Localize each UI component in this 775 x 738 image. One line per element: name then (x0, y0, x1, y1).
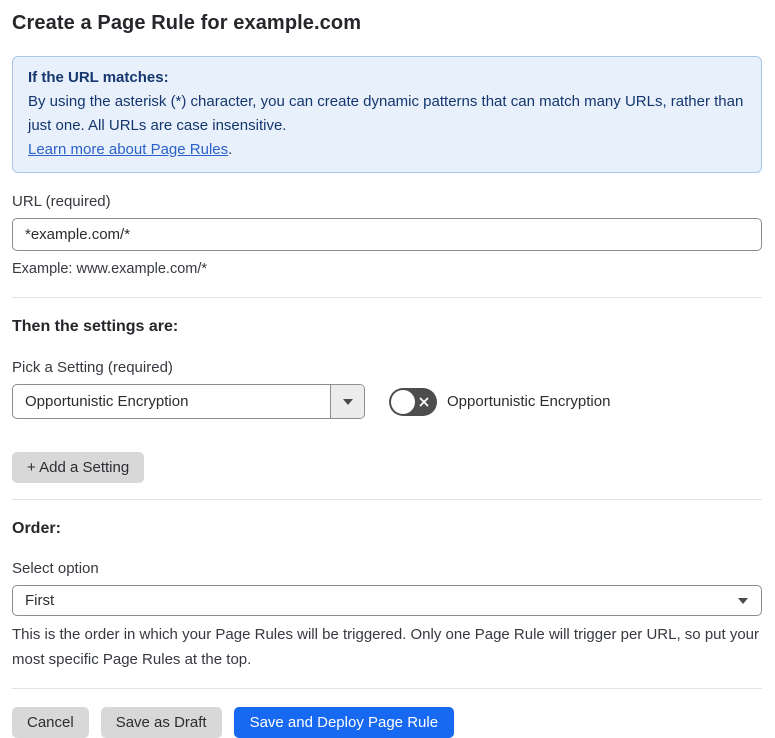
select-chevron-icon (738, 597, 748, 604)
url-field-label: URL (required) (12, 193, 111, 210)
url-matches-info-box: If the URL matches: By using the asteris… (12, 56, 762, 173)
toggle-knob (391, 389, 415, 414)
add-setting-button[interactable]: + Add a Setting (12, 452, 145, 483)
learn-more-link[interactable]: Learn more about Page Rules (28, 141, 228, 158)
info-box-body: By using the asterisk (*) character, you… (28, 93, 744, 134)
order-section-heading: Order: (12, 520, 61, 537)
link-suffix: . (228, 141, 233, 158)
order-select-value: First (25, 592, 55, 609)
info-box-heading: If the URL matches: (28, 69, 169, 86)
footer-actions: Cancel Save as Draft Save and Deploy Pag… (12, 707, 762, 738)
divider (12, 297, 762, 298)
order-select-label: Select option (12, 560, 99, 577)
save-draft-button[interactable]: Save as Draft (100, 707, 222, 738)
order-help-text: This is the order in which your Page Rul… (12, 626, 760, 668)
dropdown-arrow-icon (342, 398, 353, 405)
save-deploy-button[interactable]: Save and Deploy Page Rule (233, 707, 455, 738)
url-example-hint: Example: www.example.com/* (12, 261, 208, 277)
toggle-off-x-icon (417, 395, 431, 409)
opportunistic-encryption-toggle[interactable] (389, 387, 437, 416)
cancel-button[interactable]: Cancel (12, 707, 89, 738)
order-select[interactable]: First (12, 585, 762, 616)
divider (12, 688, 762, 689)
settings-section-heading: Then the settings are: (12, 318, 179, 335)
page-rule-form: Create a Page Rule for example.com If th… (0, 0, 775, 738)
page-title: Create a Page Rule for example.com (12, 12, 362, 34)
info-box-link-line: Learn more about Page Rules. (28, 138, 746, 162)
setting-row: Opportunistic Encryption Opportunistic E… (12, 384, 762, 419)
setting-dropdown-button[interactable] (330, 385, 364, 418)
setting-dropdown-value[interactable]: Opportunistic Encryption (13, 385, 330, 418)
toggle-label: Opportunistic Encryption (447, 393, 611, 410)
setting-dropdown[interactable]: Opportunistic Encryption (12, 384, 365, 419)
pick-setting-label: Pick a Setting (required) (12, 359, 173, 376)
divider (12, 499, 762, 500)
url-input[interactable] (12, 218, 762, 251)
